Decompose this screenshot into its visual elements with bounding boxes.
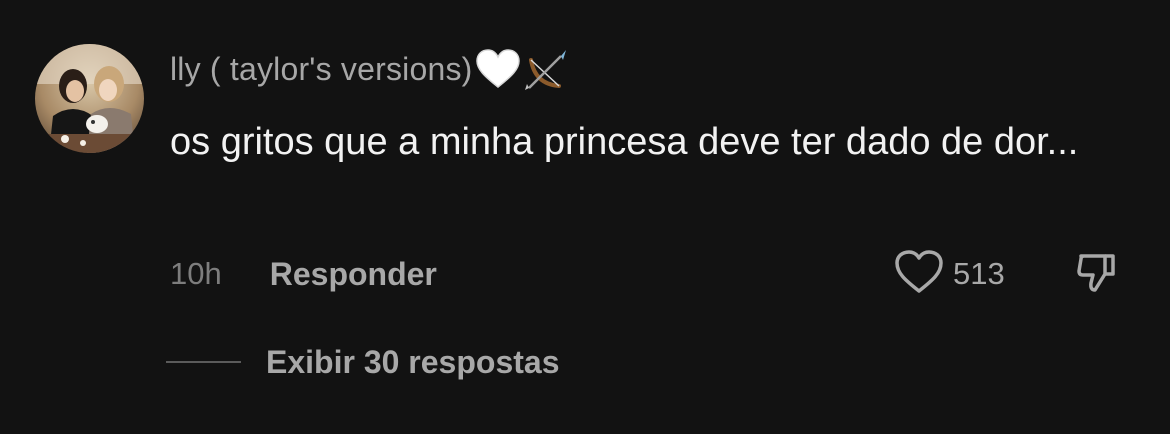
like-count: 513 xyxy=(953,256,1005,291)
avatar-image xyxy=(35,44,144,153)
replies-divider xyxy=(166,361,241,363)
reply-button[interactable]: Responder xyxy=(270,256,437,293)
view-replies-button[interactable]: Exibir 30 respostas xyxy=(166,338,559,386)
heart-icon xyxy=(893,249,945,300)
comment-text: os gritos que a minha princesa deve ter … xyxy=(170,121,1079,163)
bow-and-arrow-icon xyxy=(523,46,569,92)
username-text: lly ( taylor's versions) xyxy=(170,50,473,87)
timestamp: 10h xyxy=(170,256,222,291)
comment-meta: 10h Responder xyxy=(170,250,437,298)
like-button[interactable]: 513 xyxy=(893,249,1005,300)
dislike-button[interactable] xyxy=(1072,250,1122,298)
white-heart-icon xyxy=(475,49,521,89)
thumbs-down-icon xyxy=(1075,250,1119,299)
view-replies-label: Exibir 30 respostas xyxy=(266,343,560,380)
avatar[interactable] xyxy=(35,44,144,153)
comment-username[interactable]: lly ( taylor's versions) xyxy=(170,46,569,92)
